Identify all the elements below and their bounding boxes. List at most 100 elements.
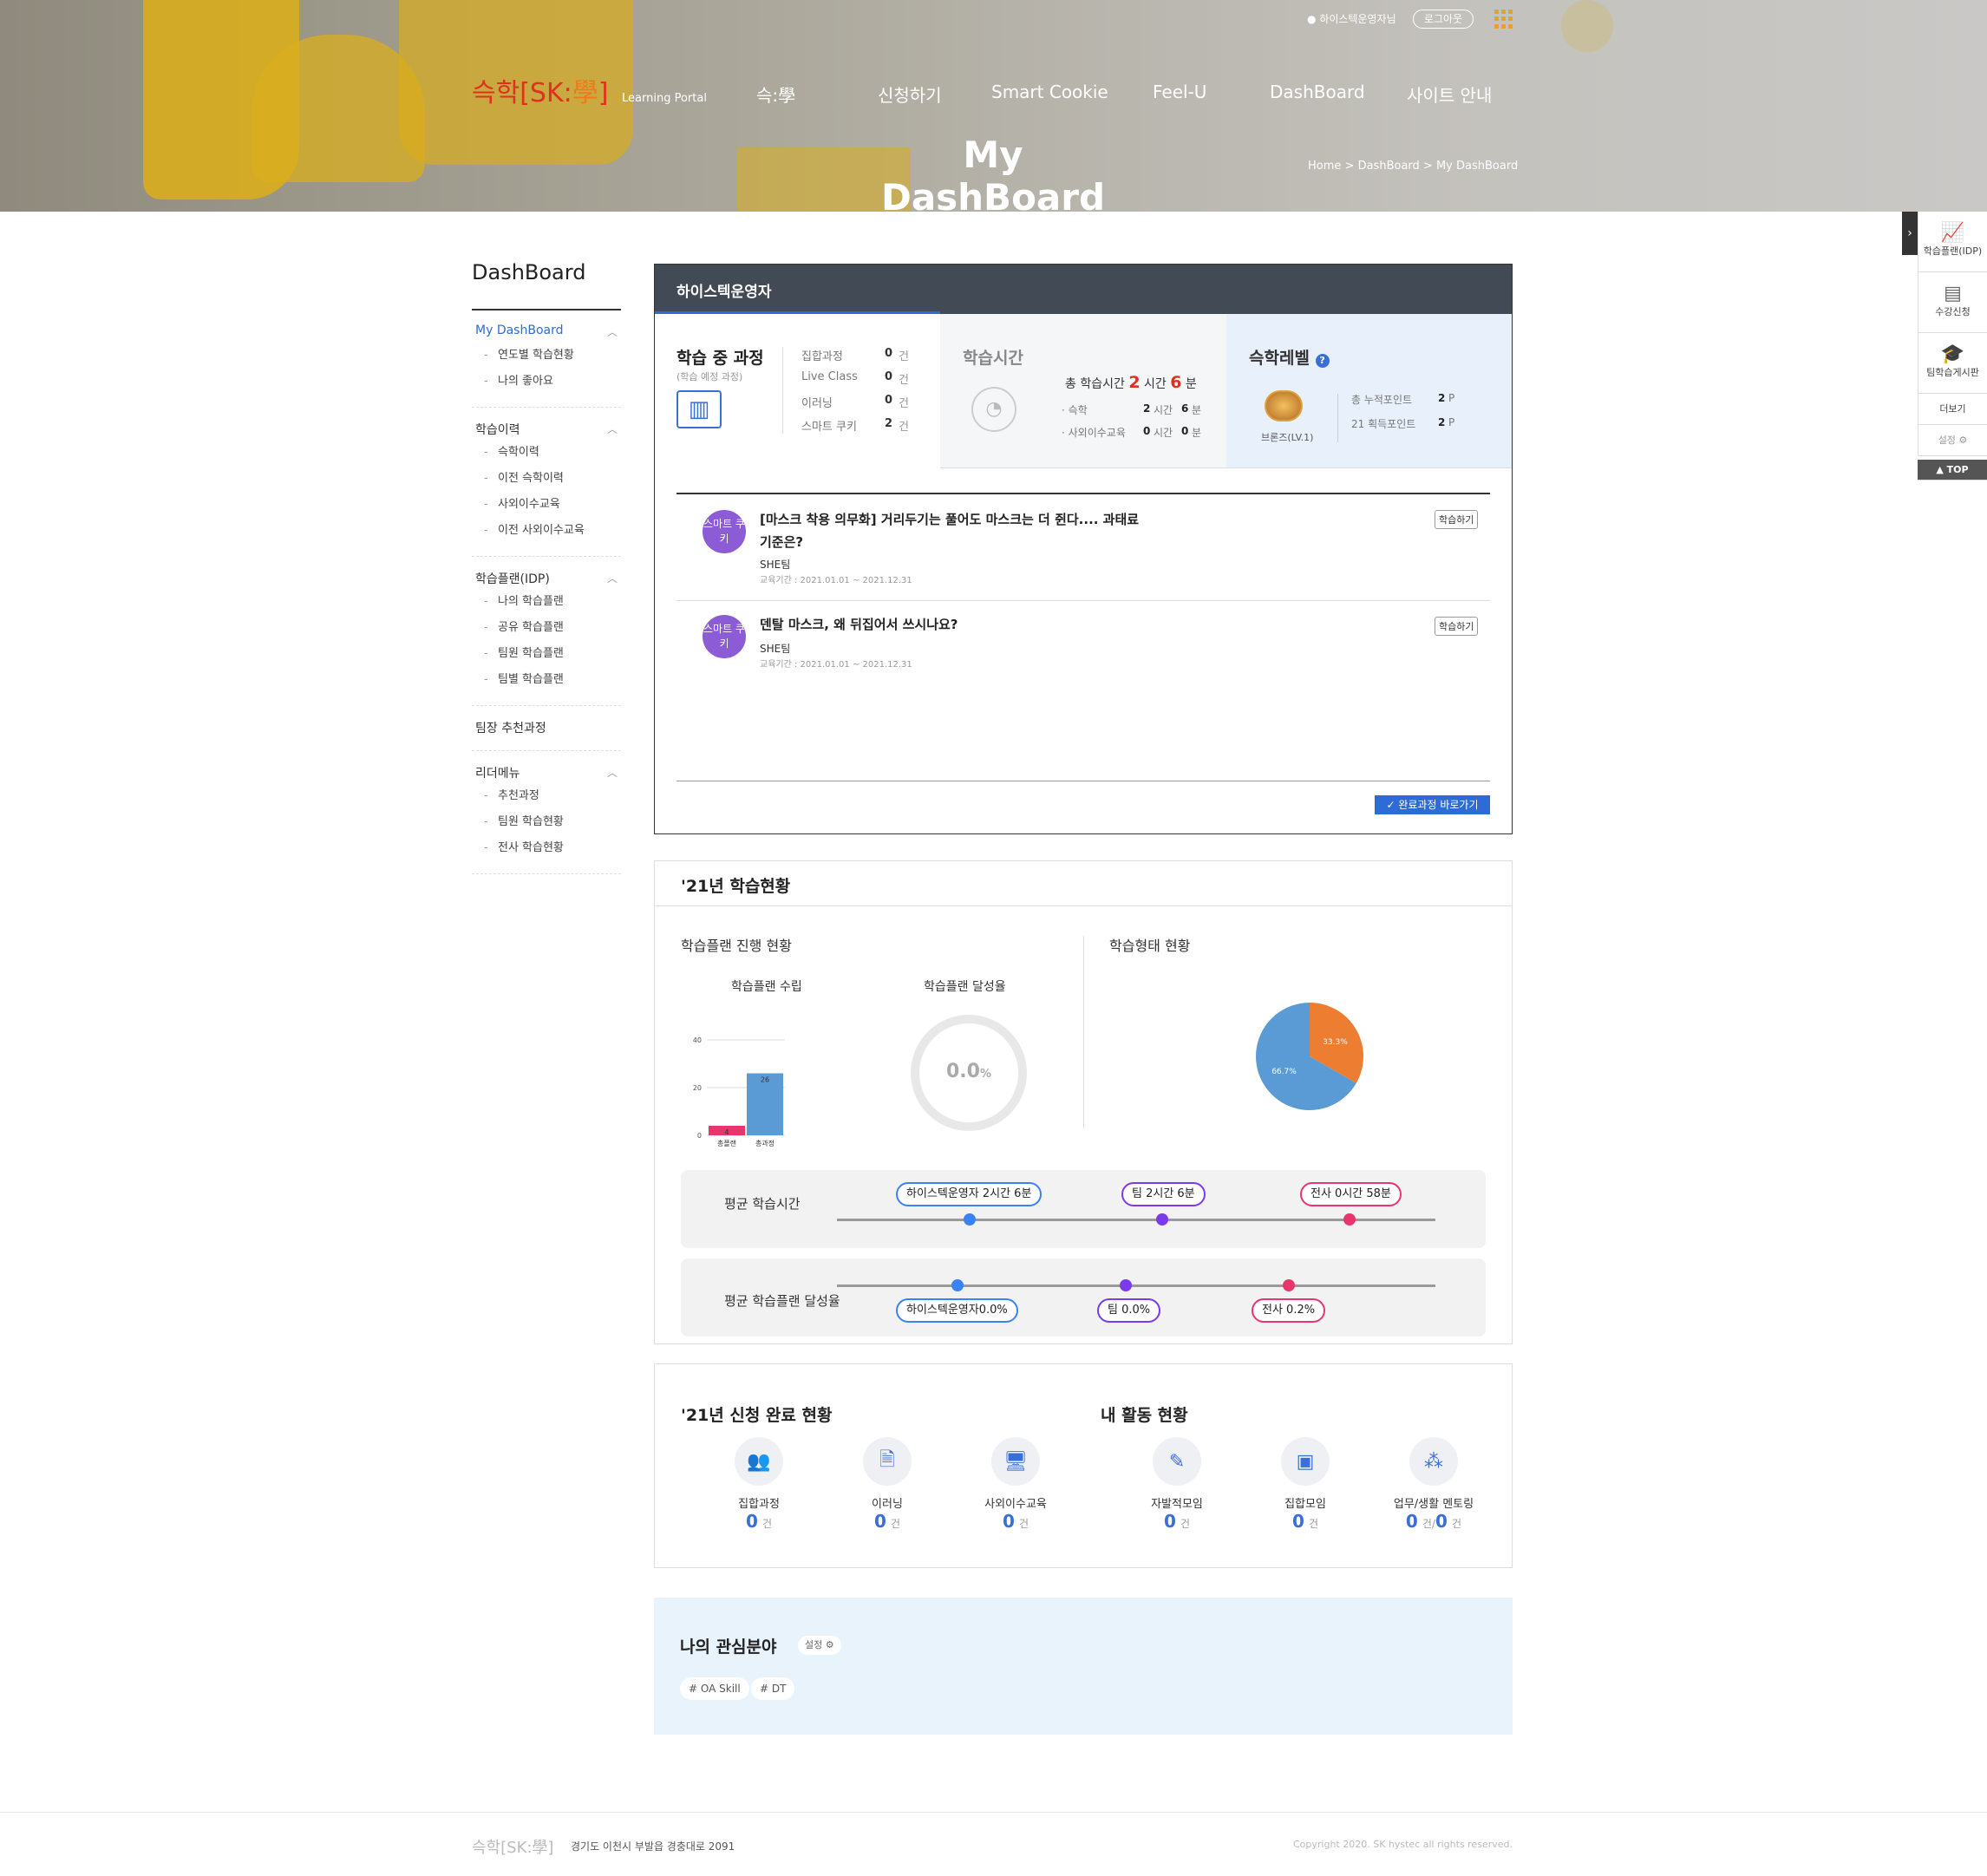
sidebar-subitem[interactable]: 전사 학습현황 [475,835,621,861]
status-title: '21년 학습현황 [655,861,1512,906]
breadcrumb-dashboard[interactable]: DashBoard [1358,160,1420,173]
nav-item-smart-cookie[interactable]: Smart Cookie [991,82,1108,102]
completed-courses-button[interactable]: ✓ 완료과정 바로가기 [1375,795,1490,814]
activity-item-label: 자발적모임 [1151,1498,1203,1511]
interest-tag[interactable]: # DT [751,1677,795,1700]
study-button[interactable]: 학습하기 [1435,510,1479,529]
interest-settings-button[interactable]: 설정 ⚙ [798,1636,841,1655]
sidebar-item-leader-recommend[interactable]: 팀장 추천과정 [475,719,621,738]
sidebar-item-my-dashboard[interactable]: My DashBoard [475,324,621,343]
nav-item-site-guide[interactable]: 사이트 안내 [1407,82,1492,107]
sidebar-item-idp[interactable]: 학습플랜(IDP) [475,570,621,589]
breadcrumb-separator: > [1344,160,1355,173]
apply-item-elearning: 🗎 이러닝 0 건 [827,1437,948,1532]
apply-activity-section: '21년 신청 완료 현황 내 활동 현황 👥 집합과정 0 건 🗎 이러닝 0 건 🖥… [654,1363,1513,1568]
nav-item-feel-u[interactable]: Feel-U [1153,82,1206,102]
chevron-up-icon[interactable]: ︿ [607,765,618,780]
quick-enroll[interactable]: ▤ 수강신청 [1918,272,1987,333]
time-row-hours: 2 [1143,402,1151,415]
sidebar-item-history[interactable]: 학습이력 [475,421,621,440]
avg-time-marker-me [964,1213,976,1226]
quick-team-board[interactable]: 🎓 팀학습게시판 [1918,333,1987,394]
help-icon[interactable]: ? [1315,354,1330,368]
divider [1337,394,1338,442]
avg-plan-marker-me [951,1279,964,1291]
course-row: 이러닝 0 건 [801,394,923,417]
quick-settings[interactable]: 설정 ⚙ [1918,425,1987,456]
time-row: · 슥학 2 시간 6 분 [1062,402,1218,425]
nav-item-suk-hak[interactable]: 슥:學 [756,82,795,107]
study-time-title: 학습시간 [963,349,1023,368]
list-item-title[interactable]: [마스크 착용 의무화] 거리두기는 풀어도 마스크는 더 쥔다.... 과태료… [760,508,1176,553]
avg-study-time-panel: 평균 학습시간 하이스텍운영자 2시간 6분 팀 2시간 6분 전사 0시간 5… [681,1170,1486,1248]
donut-unit: % [979,1068,991,1081]
chevron-up-icon[interactable]: ︿ [607,571,618,585]
course-row-label: Live Class [801,370,858,383]
points-unit: P [1448,416,1455,428]
breadcrumb-home[interactable]: Home [1308,160,1341,173]
nav-item-dashboard[interactable]: DashBoard [1270,82,1365,102]
chevron-up-icon[interactable]: ︿ [607,324,618,339]
apply-item-group-course: 👥 집합과정 0 건 [698,1437,820,1532]
chevron-up-icon[interactable]: ︿ [607,422,618,436]
site-logo[interactable]: 슥학[SK:學] Learning Portal [472,71,707,109]
points-value: 2 [1438,392,1446,404]
sidebar-subitem[interactable]: 사외이수교육 [475,492,621,518]
logout-button[interactable]: 로그아웃 [1413,10,1474,29]
top-button[interactable]: ▲ TOP [1918,460,1987,480]
hour-unit: 시간 [1154,427,1173,439]
interest-tag[interactable]: # OA Skill [680,1677,749,1700]
count-unit: 건 [890,1518,901,1530]
points-unit: P [1448,392,1455,404]
list-item[interactable]: 스마트 쿠키 덴탈 마스크, 왜 뒤집어서 쓰시나요? SHE팀 교육기간 : … [676,601,1490,696]
x-tick-label: 총과정 [755,1139,775,1147]
header-banner: ● 하이스텍운영자님 로그아웃 슥학[SK:學] Learning Portal… [0,0,1987,212]
clock-icon: ◔ [971,387,1016,432]
sidebar-subitem[interactable]: 이전 사외이수교육 [475,518,621,544]
points-list: 총 누적포인트 2 P 21 획득포인트 2 P [1351,392,1481,441]
list-item-title[interactable]: 덴탈 마스크, 왜 뒤집어서 쓰시나요? [760,615,1176,633]
sidebar-subitem[interactable]: 이전 슥학이력 [475,466,621,492]
list-item[interactable]: 스마트 쿠키 [마스크 착용 의무화] 거리두기는 풀어도 마스크는 더 쥔다.… [676,494,1490,601]
chart-icon: 📈 [1940,222,1965,244]
quick-idp[interactable]: 📈 학습플랜(IDP) [1918,212,1987,272]
sidebar-subitem[interactable]: 나의 학습플랜 [475,589,621,615]
count-value: 0 [1163,1511,1176,1532]
sidebar-subitem[interactable]: 공유 학습플랜 [475,615,621,641]
total-time-label: 총 학습시간 [1065,377,1125,391]
points-row: 21 획득포인트 2 P [1351,416,1481,441]
quick-more[interactable]: 더보기 [1918,394,1987,425]
quick-menu-toggle[interactable]: › [1902,212,1918,255]
sidebar-item-leader-menu[interactable]: 리더메뉴 [475,764,621,783]
course-row-count: 2 [885,417,893,430]
avg-time-pill-team: 팀 2시간 6분 [1121,1182,1206,1206]
sidebar-subitem[interactable]: 슥학이력 [475,440,621,466]
interest-title: 나의 관심분야 [680,1637,777,1657]
panel-user-header: 하이스텍운영자 [654,264,1513,314]
count-value: 0 [873,1511,886,1532]
sidebar-subitem[interactable]: 연도별 학습현황 [475,343,621,369]
smart-cookie-tag: 스마트 쿠키 [703,615,746,658]
activity-item-meeting: ▣ 집합모임 0 건 [1245,1437,1366,1532]
courses-title: 학습 중 과정 [676,349,764,368]
courses-card: 학습 중 과정 (학습 예정 과정) ▥ 집합과정 0 건 Live Class 0 건… [654,314,940,468]
sidebar-subitem[interactable]: 팀원 학습현황 [475,809,621,835]
sidebar-subitem[interactable]: 팀별 학습플랜 [475,667,621,693]
pen-icon: ✎ [1153,1437,1201,1486]
study-button[interactable]: 학습하기 [1435,617,1479,636]
sidebar-subitem[interactable]: 팀원 학습플랜 [475,641,621,667]
puzzle-bg [1561,0,1613,52]
sidebar-subitem[interactable]: 추천과정 [475,783,621,809]
course-row-label: 이러닝 [801,397,833,410]
activity-title: 내 활동 현황 [1101,1406,1188,1425]
avg-plan-pill-me: 하이스텍운영자0.0% [896,1298,1018,1323]
level-title: 슥학레벨 ? [1249,345,1330,369]
sidebar-subitem[interactable]: 나의 좋아요 [475,369,621,395]
nav-item-apply[interactable]: 신청하기 [878,82,942,107]
avg-plan-marker-team [1120,1279,1132,1291]
activity-item-voluntary: ✎ 자발적모임 0 건 [1116,1437,1238,1532]
smart-cookie-tag: 스마트 쿠키 [703,510,746,553]
apps-grid-icon[interactable] [1494,10,1513,29]
activity-item-count: 0 건 [1116,1511,1238,1532]
quick-label: 학습플랜(IDP) [1923,245,1983,257]
